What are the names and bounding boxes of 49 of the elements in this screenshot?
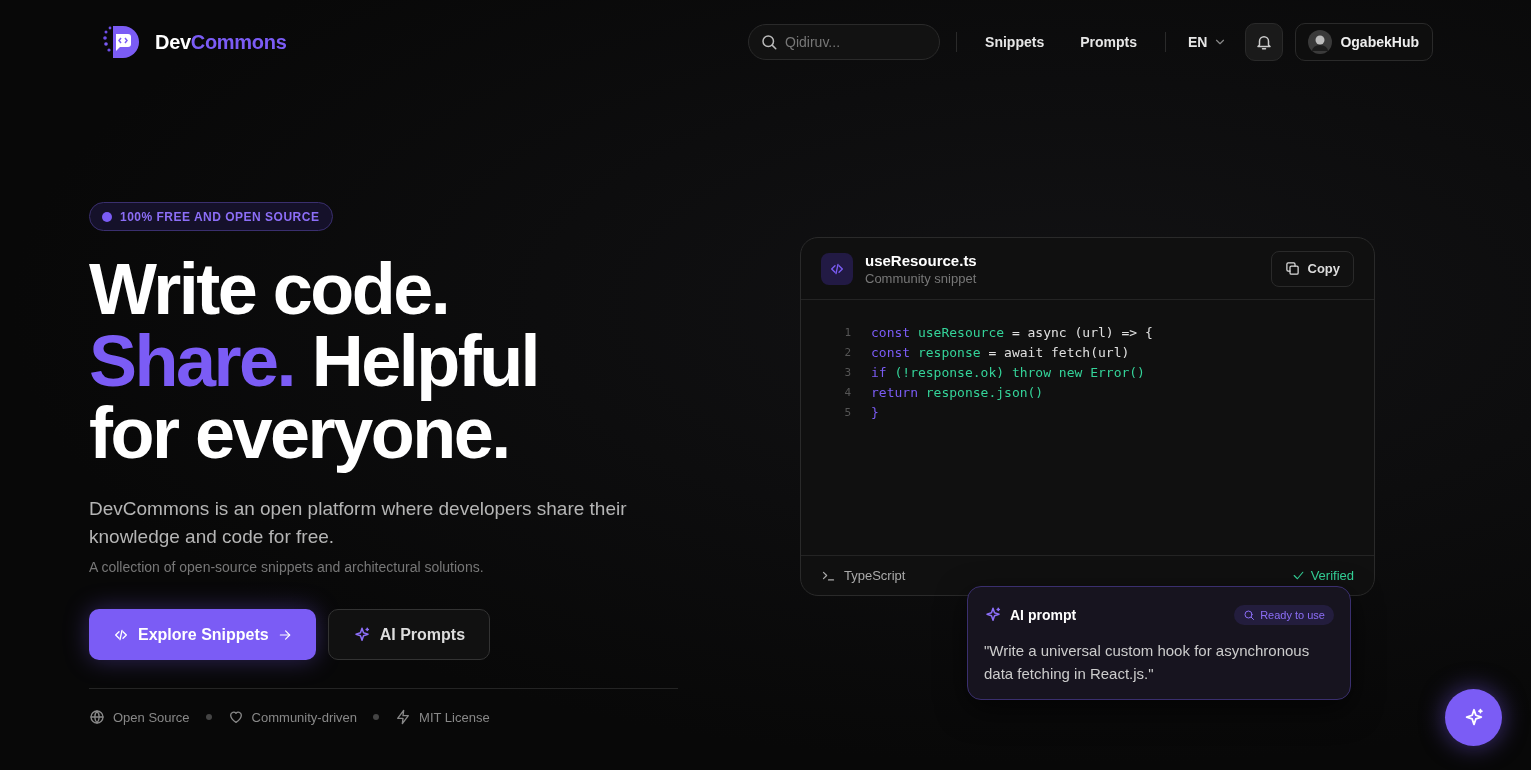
- description-text: DevCommons is an open platform where developers share their knowledge and code for free.: [89, 497, 628, 549]
- avatar-icon: [1308, 30, 1333, 54]
- code-line: return response.json(): [871, 384, 1045, 402]
- prompt-title: AI prompt: [1010, 607, 1078, 623]
- bell-icon: [1255, 33, 1274, 51]
- search-field[interactable]: Qidiruv...: [748, 24, 941, 60]
- prompts-button[interactable]: AI Prompts: [327, 609, 491, 660]
- feature-label: Open Source: [113, 709, 190, 725]
- heart-icon: [227, 709, 244, 725]
- status-badge: Ready to use: [1234, 605, 1334, 625]
- explore-button[interactable]: Explore Snippets: [89, 609, 316, 660]
- logo-icon: [103, 24, 141, 60]
- lightning-icon: [395, 709, 412, 725]
- prompt-text: "Write a universal custom hook for asynchronous data fetching in React.js.": [984, 641, 1311, 684]
- code-line: const response = await fetch(url): [871, 344, 1131, 362]
- nav-link[interactable]: Prompts: [1068, 34, 1149, 50]
- line-number: 5: [843, 405, 851, 421]
- subtitle-text: A collection of open-source snippets and architectural solutions.: [89, 559, 485, 575]
- feature-label: MIT License: [419, 709, 490, 725]
- user-button[interactable]: OgabekHub: [1295, 23, 1433, 61]
- line-number: 4: [843, 385, 851, 401]
- globe-icon: [89, 709, 105, 725]
- brand-name[interactable]: DevCommons: [155, 30, 287, 54]
- ai-assistant-button[interactable]: [1445, 689, 1502, 746]
- sparkle-icon: [984, 606, 1002, 624]
- check-icon: [1291, 569, 1305, 582]
- verified-label: Verified: [1310, 568, 1354, 583]
- headline-line: Write code.: [89, 253, 449, 325]
- sparkle-icon: [352, 625, 371, 644]
- line-number: 2: [843, 345, 851, 361]
- notifications-button[interactable]: [1245, 23, 1284, 61]
- file-subtitle: Community snippet: [865, 270, 978, 286]
- tagline-badge: 100% FREE AND OPEN SOURCE: [89, 202, 334, 231]
- feature-label: Community-driven: [251, 709, 358, 725]
- language-label: TypeScript: [844, 568, 907, 583]
- language-selector[interactable]: EN: [1181, 34, 1234, 50]
- code-line: const useResource = async (url) => {: [871, 324, 1153, 342]
- line-number: 3: [843, 365, 851, 381]
- code-line: if (!response.ok) throw new Error(): [871, 364, 1146, 382]
- line-number: 1: [843, 325, 851, 341]
- file-name: useResource.ts: [865, 251, 978, 269]
- nav-link[interactable]: Snippets: [973, 34, 1057, 50]
- separator-dot: [205, 714, 212, 720]
- copy-icon: [1284, 261, 1300, 276]
- file-icon: [821, 252, 853, 285]
- arrow-icon: [277, 627, 292, 642]
- separator-dot: [373, 714, 380, 720]
- copy-button[interactable]: Copy: [1270, 250, 1354, 287]
- code-line: }: [871, 404, 880, 422]
